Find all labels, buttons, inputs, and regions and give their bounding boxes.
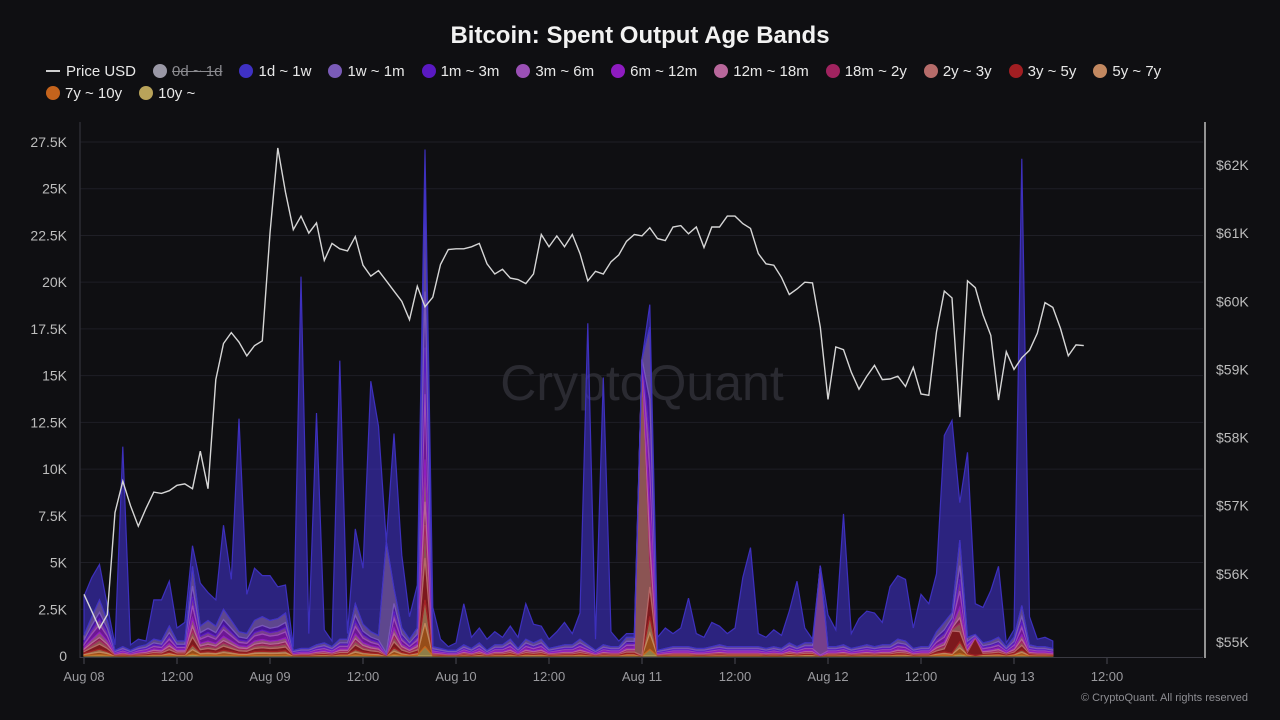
x-tick-label: Aug 11 [622, 669, 662, 684]
y-right-tick-label: $58K [1216, 430, 1249, 446]
y-left-tick-label: 7.5K [38, 508, 67, 524]
x-tick-label: Aug 13 [993, 669, 1034, 684]
y-left-tick-label: 15K [42, 368, 68, 384]
y-left-tick-label: 10K [42, 461, 68, 477]
x-tick-label: 12:00 [719, 669, 752, 684]
x-tick-label: Aug 12 [807, 669, 848, 684]
y-left-tick-label: 20K [42, 274, 68, 290]
y-right-tick-label: $55K [1216, 634, 1249, 650]
y-right-tick-label: $61K [1216, 225, 1249, 241]
y-left-tick-label: 17.5K [30, 321, 67, 337]
y-left-tick-label: 12.5K [30, 414, 67, 430]
chart-svg: CryptoQuant 02.5K5K7.5K10K12.5K15K17.5K2… [30, 122, 1249, 684]
y-right-tick-label: $57K [1216, 498, 1249, 514]
x-tick-label: Aug 08 [63, 669, 104, 684]
y-left-tick-label: 5K [50, 555, 68, 571]
x-tick-label: 12:00 [1091, 669, 1124, 684]
y-right-tick-label: $56K [1216, 566, 1249, 582]
x-tick-label: 12:00 [347, 669, 380, 684]
y-left-tick-label: 0 [59, 648, 67, 664]
x-tick-label: 12:00 [161, 669, 194, 684]
x-tick-label: Aug 10 [435, 669, 476, 684]
x-tick-label: 12:00 [905, 669, 938, 684]
y-right-tick-label: $59K [1216, 361, 1249, 377]
y-right-tick-label: $60K [1216, 293, 1249, 309]
y-left-tick-label: 2.5K [38, 601, 67, 617]
y-left-tick-label: 22.5K [30, 227, 67, 243]
y-right-tick-label: $62K [1216, 157, 1249, 173]
x-tick-label: Aug 09 [249, 669, 290, 684]
copyright-text: © CryptoQuant. All rights reserved [1080, 692, 1248, 704]
x-tick-label: 12:00 [533, 669, 566, 684]
y-left-tick-label: 25K [42, 181, 68, 197]
y-left-tick-label: 27.5K [30, 134, 67, 150]
